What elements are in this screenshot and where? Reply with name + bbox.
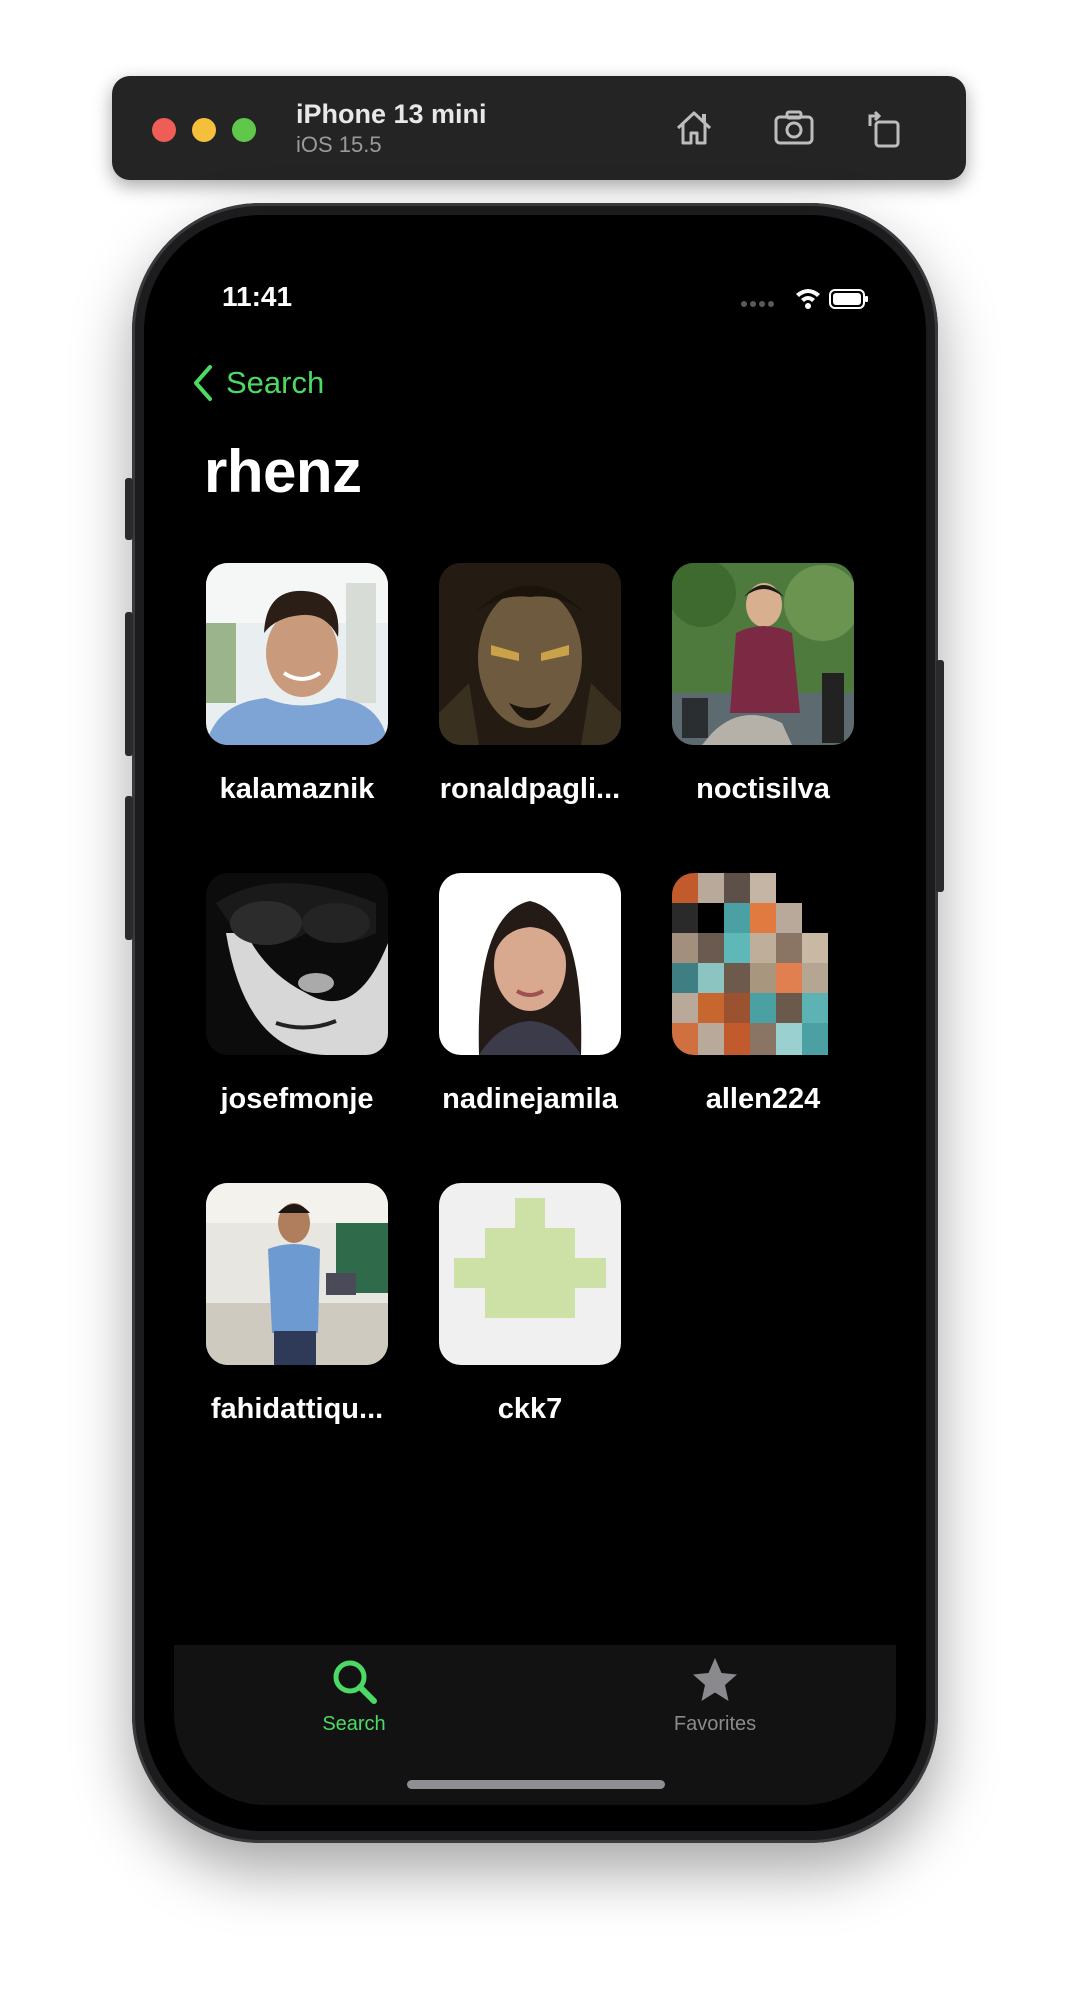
- back-button[interactable]: Search: [190, 363, 324, 403]
- app-screen: 11:41 Search rhenz kalamaznik ronaldpagl…: [144, 215, 926, 1831]
- home-indicator: [407, 1780, 665, 1789]
- user-avatar: [672, 563, 854, 745]
- user-avatar: [206, 1183, 388, 1365]
- username: ckk7: [497, 1393, 563, 1425]
- user-avatar: [206, 873, 388, 1055]
- chevron-left-icon: [194, 365, 212, 401]
- volume-up-button: [125, 612, 133, 756]
- user-avatar: [206, 563, 388, 745]
- battery-icon: [829, 289, 868, 309]
- volume-down-button: [125, 796, 133, 940]
- username: kalamaznik: [219, 773, 375, 805]
- os-version: iOS 15.5: [296, 132, 382, 157]
- rotate-icon[interactable]: [860, 104, 908, 152]
- user-cell[interactable]: nadinejamila: [439, 873, 621, 1116]
- tab-favorites[interactable]: Favorites: [615, 1655, 815, 1736]
- username: noctisilva: [696, 773, 830, 805]
- tab-search-label: Search: [322, 1713, 386, 1735]
- window-zoom-button[interactable]: [232, 118, 256, 142]
- user-avatar: [439, 873, 621, 1055]
- window-close-button[interactable]: [152, 118, 176, 142]
- username: fahidattiqu...: [210, 1393, 384, 1425]
- signal-icon: [741, 301, 774, 307]
- user-avatar: [439, 563, 621, 745]
- username: josefmonje: [220, 1083, 374, 1115]
- search-icon: [333, 1660, 377, 1704]
- user-cell[interactable]: josefmonje: [206, 873, 388, 1116]
- home-icon[interactable]: [670, 104, 718, 152]
- tab-favorites-label: Favorites: [673, 1713, 757, 1735]
- user-cell[interactable]: ckk7: [439, 1183, 621, 1426]
- star-icon: [693, 1658, 737, 1701]
- simulator-toolbar: iPhone 13 mini iOS 15.5: [112, 76, 966, 180]
- tab-search[interactable]: Search: [254, 1655, 454, 1736]
- status-icons: [740, 285, 870, 311]
- wifi-icon: [796, 289, 820, 309]
- user-cell[interactable]: kalamaznik: [206, 563, 388, 806]
- power-button: [936, 660, 944, 892]
- username: ronaldpagli...: [439, 773, 621, 805]
- silent-switch: [125, 478, 133, 540]
- back-button-label: Search: [226, 365, 325, 400]
- user-cell[interactable]: ronaldpagli...: [439, 563, 621, 806]
- screenshot-icon[interactable]: [770, 104, 818, 152]
- status-time: 11:41: [222, 281, 293, 312]
- user-avatar: [439, 1183, 621, 1365]
- user-cell[interactable]: fahidattiqu...: [206, 1183, 388, 1426]
- username: nadinejamila: [442, 1083, 618, 1115]
- username: allen224: [705, 1083, 821, 1115]
- device-name: iPhone 13 mini: [296, 99, 487, 129]
- user-cell[interactable]: allen224: [672, 873, 854, 1116]
- user-cell[interactable]: noctisilva: [672, 563, 854, 806]
- user-avatar: [672, 873, 854, 1055]
- page-title: rhenz: [204, 438, 362, 505]
- window-minimize-button[interactable]: [192, 118, 216, 142]
